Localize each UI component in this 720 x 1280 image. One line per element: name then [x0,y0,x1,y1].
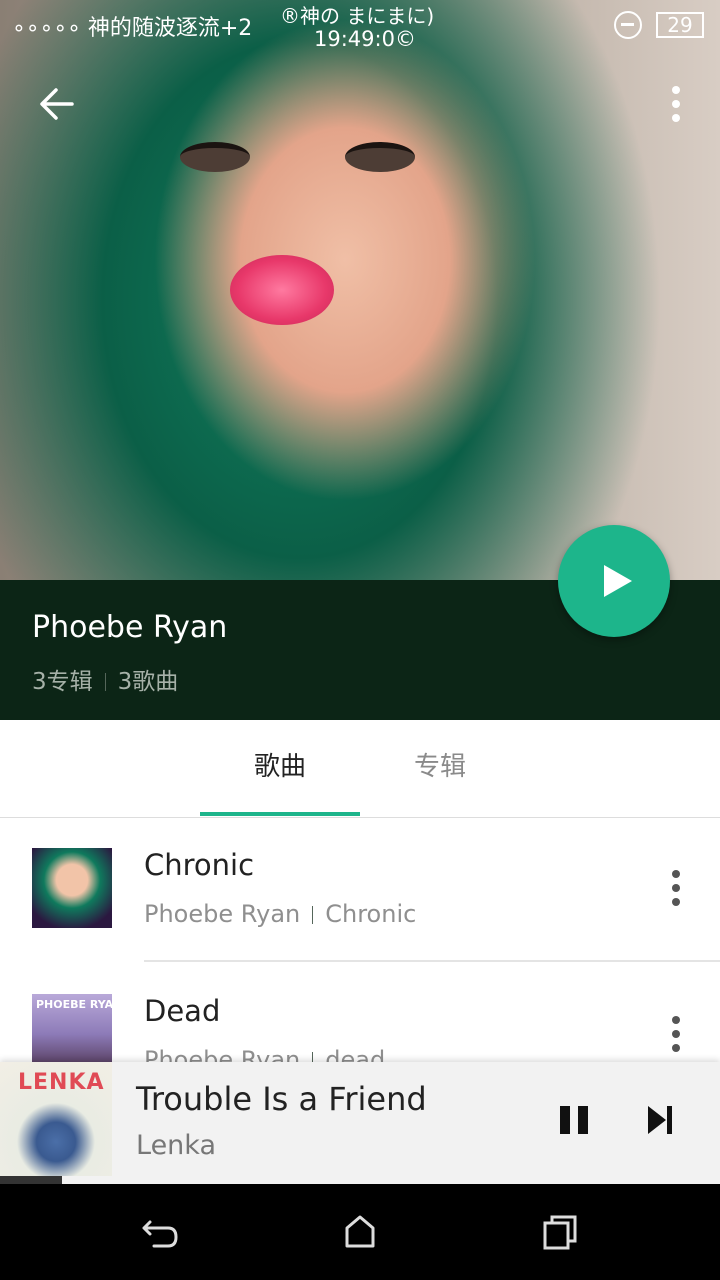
now-playing-cover-text: LENKA [18,1070,105,1095]
back-button[interactable] [32,80,80,128]
pause-button[interactable] [556,1100,592,1140]
song-title: Chronic [144,848,255,882]
artist-name: Phoebe Ryan [32,610,228,645]
skip-next-icon [648,1106,672,1134]
stats-divider [104,673,106,691]
status-time: 19:49:0© [314,27,416,51]
now-playing-artist: Lenka [136,1130,216,1161]
nav-recents-icon [543,1215,577,1250]
album-cover [32,848,112,928]
song-title: Dead [144,994,221,1028]
album-cover-text: PHOEBE RYAN [36,998,112,1011]
system-nav-bar [0,1184,720,1280]
artist-photo-lips [230,255,334,325]
more-vertical-icon [672,86,680,122]
pause-icon [560,1106,588,1134]
nav-home-icon [345,1215,375,1248]
song-subtitle: Phoebe Ryan Chronic [144,900,416,928]
now-playing-cover: LENKA [0,1062,112,1176]
song-count: 3歌曲 [117,669,179,695]
next-button[interactable] [644,1100,676,1140]
tab-bar: 歌曲 专辑 [0,720,720,818]
nav-back-button[interactable] [140,1212,180,1252]
battery-level: 29 [667,13,693,37]
now-playing-bar[interactable]: LENKA Trouble Is a Friend Lenka [0,1062,720,1184]
tab-indicator [200,812,360,816]
tab-songs[interactable]: 歌曲 [200,720,360,816]
song-list: Chronic Phoebe Ryan Chronic PHOEBE RYAN D… [0,818,720,1068]
song-row[interactable]: PHOEBE RYAN Dead Phoebe Ryandead [0,964,720,1068]
song-artist: Phoebe Ryan [144,900,301,928]
status-bar: ∘∘∘∘∘ 神的随波逐流+2 ®神の まにまに) 19:49:0© 29 [0,0,720,52]
subtitle-divider [312,906,314,924]
song-album: Chronic [325,900,417,928]
song-more-button[interactable] [660,1014,692,1054]
album-cover: PHOEBE RYAN [32,994,112,1068]
now-playing-title: Trouble Is a Friend [136,1080,427,1118]
artist-photo-eye-left [180,142,250,172]
song-row[interactable]: Chronic Phoebe Ryan Chronic [0,818,720,962]
play-all-button[interactable] [558,525,670,637]
arrow-left-icon [40,88,74,120]
do-not-disturb-icon [614,11,642,39]
artist-photo-eye-right [345,142,415,172]
song-more-button[interactable] [660,868,692,908]
status-center-top: ®神の まにまに) [280,4,435,28]
more-options-button[interactable] [656,80,696,128]
nav-home-button[interactable] [340,1212,380,1252]
row-divider [144,960,720,962]
status-left-text: ∘∘∘∘∘ 神的随波逐流+2 [12,16,253,41]
battery-icon: 29 [656,12,704,38]
more-vertical-icon [672,1016,680,1052]
playback-progress [0,1176,62,1184]
tab-albums[interactable]: 专辑 [360,720,520,816]
artist-hero-image [0,0,720,580]
album-count: 3专辑 [32,669,93,695]
nav-back-icon [142,1220,178,1248]
play-icon [604,565,632,597]
more-vertical-icon [672,870,680,906]
artist-stats: 3专辑 3歌曲 [32,662,178,696]
nav-recents-button[interactable] [540,1212,580,1252]
